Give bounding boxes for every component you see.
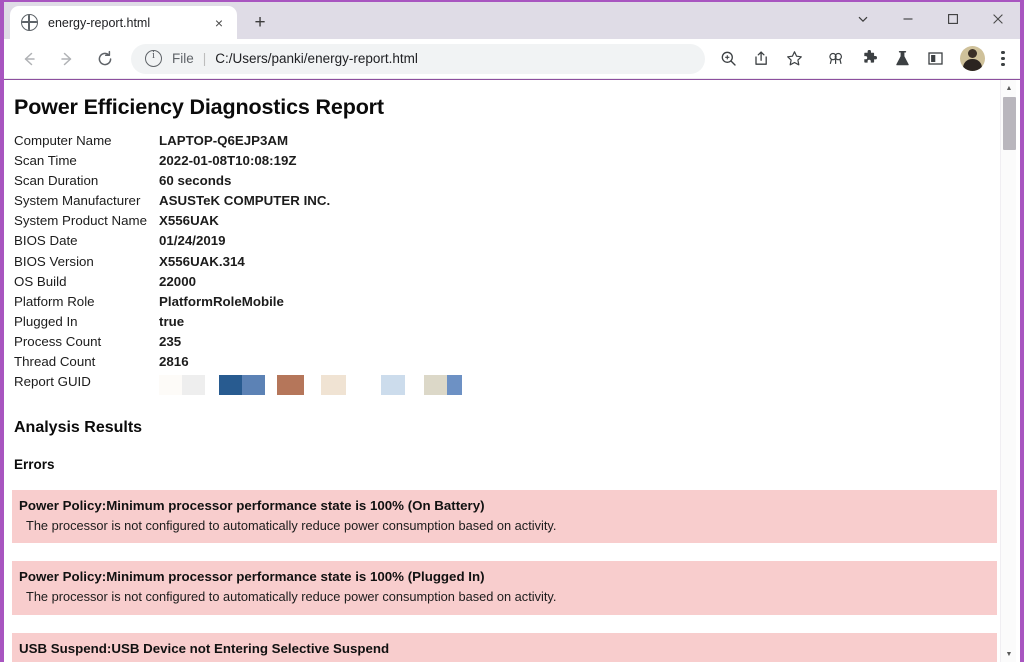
redaction-swatch-8 (447, 375, 463, 396)
row-value: 2022-01-08T10:08:19Z (159, 153, 297, 169)
info-circle-icon[interactable] (145, 49, 162, 67)
scrollbar-thumb[interactable] (1002, 97, 1016, 150)
error-card: Power Policy:Minimum processor performan… (12, 489, 997, 544)
row-value: 01/24/2019 (159, 233, 226, 249)
error-card: Power Policy:Minimum processor performan… (12, 561, 997, 615)
error-description: This device did not enter the USB Select… (12, 657, 997, 662)
row-label: Scan Time (14, 153, 77, 169)
row-value: true (159, 313, 185, 329)
url-separator: | (202, 51, 207, 66)
url-text[interactable]: C:/Users/panki/energy-report.html (215, 51, 418, 66)
row-label: BIOS Date (14, 233, 78, 249)
table-row-report-guid: Report GUID (14, 375, 489, 402)
redaction-swatch-1 (182, 375, 206, 396)
system-info-table: Computer Name LAPTOP-Q6EJP3AM Scan Time … (14, 134, 489, 402)
row-label: System Manufacturer (14, 193, 141, 209)
vertical-scrollbar[interactable]: ▲ ▼ (1000, 80, 1016, 662)
forward-icon[interactable] (51, 43, 83, 75)
errors-heading: Errors (14, 456, 55, 472)
table-row: System Product Name X556UAK (14, 214, 489, 234)
redaction-swatch-3 (242, 375, 266, 396)
tab-search-icon[interactable] (840, 2, 885, 35)
redaction-swatch-5 (321, 375, 347, 396)
error-heading: Power Policy:Minimum processor performan… (19, 497, 485, 513)
row-label: Platform Role (14, 293, 95, 309)
row-value: 60 seconds (159, 173, 232, 189)
redaction-swatches (159, 375, 489, 396)
row-label: BIOS Version (14, 253, 94, 269)
split-screen-icon[interactable] (920, 44, 950, 74)
avatar[interactable] (960, 46, 985, 71)
table-row: Scan Duration 60 seconds (14, 174, 489, 194)
new-tab-button[interactable]: + (246, 8, 274, 36)
row-value: 22000 (159, 273, 196, 289)
table-row: Computer Name LAPTOP-Q6EJP3AM (14, 134, 489, 154)
row-value: X556UAK (159, 213, 219, 229)
row-value: PlatformRoleMobile (159, 293, 284, 309)
table-row: Platform Role PlatformRoleMobile (14, 293, 489, 315)
error-heading: Power Policy:Minimum processor performan… (19, 569, 485, 585)
row-label: OS Build (14, 273, 67, 289)
table-row: Scan Time 2022-01-08T10:08:19Z (14, 154, 489, 174)
table-row: System Manufacturer ASUSTeK COMPUTER INC… (14, 194, 489, 214)
redaction-swatch-7 (424, 375, 448, 396)
table-row: OS Build 22000 (14, 273, 489, 295)
row-value: 235 (159, 333, 182, 349)
close-icon[interactable]: × (209, 13, 229, 33)
close-icon[interactable] (975, 2, 1020, 35)
table-row: Thread Count 2816 (14, 355, 489, 375)
table-row: BIOS Date 01/24/2019 (14, 234, 489, 254)
tab-energy-report[interactable]: energy-report.html × (10, 6, 237, 39)
error-card: USB Suspend:USB Device not Entering Sele… (12, 632, 997, 662)
redaction-swatch-0 (159, 375, 183, 396)
scroll-up-arrow-icon[interactable]: ▲ (1001, 80, 1017, 96)
analysis-results-heading: Analysis Results (14, 418, 143, 436)
settings-and-more-icon[interactable] (990, 44, 1016, 74)
share-icon[interactable] (746, 44, 776, 74)
row-value-redacted (159, 375, 489, 402)
row-value: X556UAK.314 (159, 253, 245, 269)
collections-icon[interactable] (821, 44, 851, 74)
star-icon[interactable] (779, 44, 809, 74)
scroll-down-arrow-icon[interactable]: ▼ (1001, 646, 1017, 662)
browser-toolbar: File | C:/Users/panki/energy-report.html (4, 39, 1020, 79)
row-label: Scan Duration (14, 173, 99, 189)
error-description: The processor is not configured to autom… (26, 589, 557, 605)
window-controls (840, 2, 1020, 35)
row-label: Process Count (14, 333, 102, 349)
reload-icon[interactable] (89, 43, 121, 75)
row-label: Computer Name (14, 133, 112, 148)
toolbar-actions (713, 44, 1020, 74)
tab-title: energy-report.html (48, 15, 151, 30)
table-row: Process Count 235 (14, 335, 489, 355)
table-row: BIOS Version X556UAK.314 (14, 253, 489, 275)
energy-report-document: Power Efficiency Diagnostics Report Comp… (4, 80, 1005, 662)
labs-icon[interactable] (887, 44, 917, 74)
extensions-icon[interactable] (854, 44, 884, 74)
redaction-swatch-2 (219, 375, 243, 396)
row-label: System Product Name (14, 213, 148, 229)
redaction-swatch-4 (277, 375, 305, 396)
row-value: 2816 (159, 354, 189, 370)
row-label: Report GUID (14, 374, 91, 390)
maximize-icon[interactable] (930, 2, 975, 35)
zoom-icon[interactable] (713, 44, 743, 74)
back-icon[interactable] (13, 43, 45, 75)
row-label: Thread Count (14, 354, 96, 370)
row-value: LAPTOP-Q6EJP3AM (159, 133, 289, 148)
page-title: Power Efficiency Diagnostics Report (14, 95, 384, 119)
error-heading: USB Suspend:USB Device not Entering Sele… (19, 640, 390, 656)
error-description: The processor is not configured to autom… (26, 517, 557, 533)
row-value: ASUSTeK COMPUTER INC. (159, 193, 331, 209)
minimize-icon[interactable] (885, 2, 930, 35)
row-label: Plugged In (14, 313, 78, 329)
globe-icon (21, 14, 38, 31)
page-viewport: Power Efficiency Diagnostics Report Comp… (4, 80, 1020, 662)
table-row: Plugged In true (14, 315, 489, 335)
address-bar[interactable]: File | C:/Users/panki/energy-report.html (131, 43, 705, 74)
url-scheme-label: File (172, 51, 194, 66)
browser-window: energy-report.html × + i File | C:/Users… (0, 0, 1024, 662)
redaction-swatch-6 (381, 375, 406, 396)
